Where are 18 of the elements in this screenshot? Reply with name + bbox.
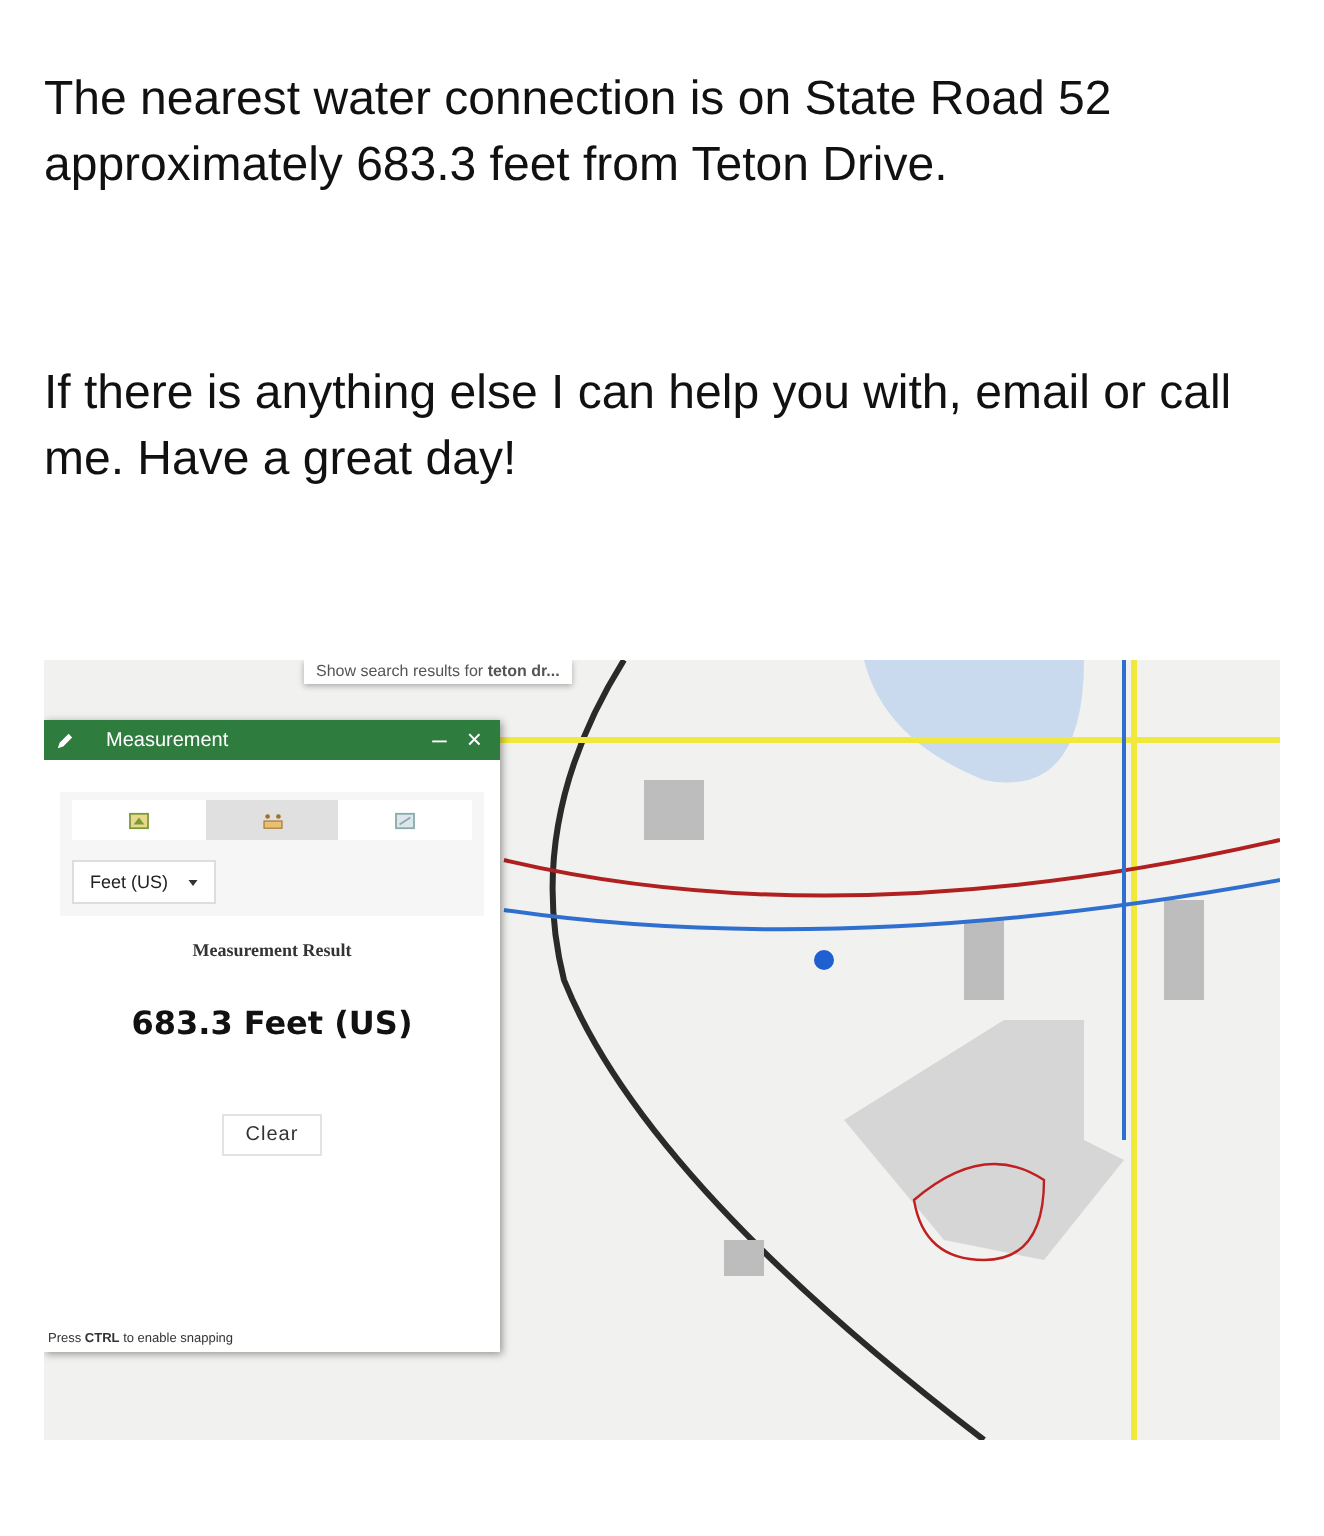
result-label: Measurement Result: [190, 940, 354, 960]
tool-tab[interactable]: [338, 800, 473, 840]
minimize-button[interactable]: –: [426, 726, 453, 754]
result-value: 683.3 Feet (US): [129, 1004, 415, 1042]
search-suggestion[interactable]: Show search results for teton dr...: [304, 660, 572, 684]
pencil-icon: [56, 731, 74, 749]
location-icon: [394, 811, 417, 829]
paragraph: The nearest water connection is on State Road 52 approximately 683.3 feet from Teton Drive.: [44, 70, 1114, 196]
unit-dropdown[interactable]: Feet (US): [72, 860, 217, 904]
paragraph: If there is anything else I can help you with, email or call me. Have a great day!: [44, 364, 1234, 490]
tool-tab[interactable]: [72, 800, 206, 840]
caret-icon: [188, 879, 199, 885]
clear-button[interactable]: Clear: [221, 1114, 323, 1156]
panel-title: Measurement: [106, 729, 231, 751]
close-button[interactable]: ×: [460, 726, 488, 754]
ruler-icon: [261, 811, 283, 829]
tool-tab[interactable]: [205, 800, 339, 840]
area-icon: [127, 811, 150, 829]
